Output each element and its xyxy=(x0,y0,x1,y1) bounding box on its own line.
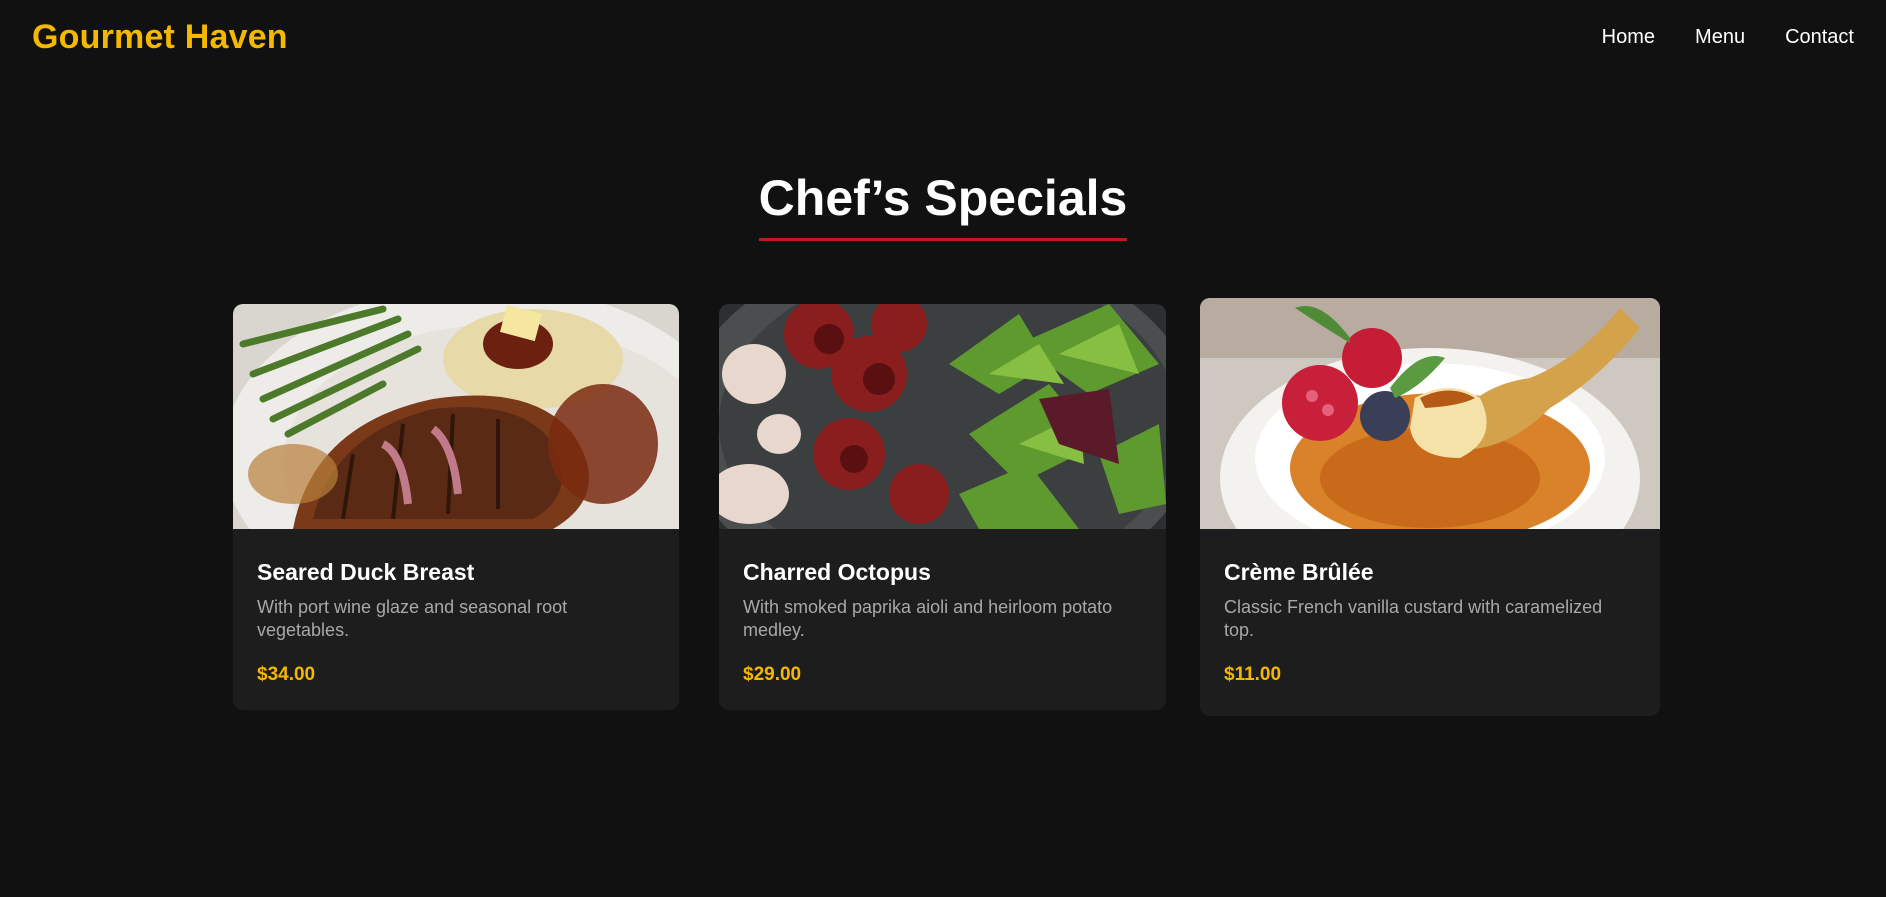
nav-contact-link[interactable]: Contact xyxy=(1785,26,1854,49)
site-header: Gourmet Haven Home Menu Contact xyxy=(0,0,1886,76)
nav-home-link[interactable]: Home xyxy=(1602,26,1655,49)
specials-heading-wrap: Chef’s Specials xyxy=(0,170,1886,241)
main-nav: Home Menu Contact xyxy=(1602,26,1854,49)
dish-price: $34.00 xyxy=(257,664,316,685)
dish-card[interactable]: Crème Brûlée Classic French vanilla cust… xyxy=(1200,298,1660,716)
dish-price: $29.00 xyxy=(743,664,802,685)
creme-brulee-photo xyxy=(1200,298,1660,529)
dish-name: Seared Duck Breast xyxy=(257,559,475,585)
brand-logo[interactable]: Gourmet Haven xyxy=(32,18,288,57)
dish-description: Classic French vanilla custard with cara… xyxy=(1224,597,1603,640)
dish-card[interactable]: Seared Duck Breast With port wine glaze … xyxy=(233,304,679,710)
section-title: Chef’s Specials xyxy=(758,170,1128,241)
dish-description: With port wine glaze and seasonal root v… xyxy=(257,597,568,640)
nav-menu-link[interactable]: Menu xyxy=(1695,26,1745,49)
dish-description: With smoked paprika aioli and heirloom p… xyxy=(743,597,1113,640)
octopus-salad-photo xyxy=(719,304,1166,529)
dish-name: Charred Octopus xyxy=(743,559,931,585)
dish-card[interactable]: Charred Octopus With smoked paprika aiol… xyxy=(719,304,1166,710)
dish-price: $11.00 xyxy=(1224,664,1282,685)
duck-breast-photo xyxy=(233,304,679,529)
dish-name: Crème Brûlée xyxy=(1224,559,1374,585)
